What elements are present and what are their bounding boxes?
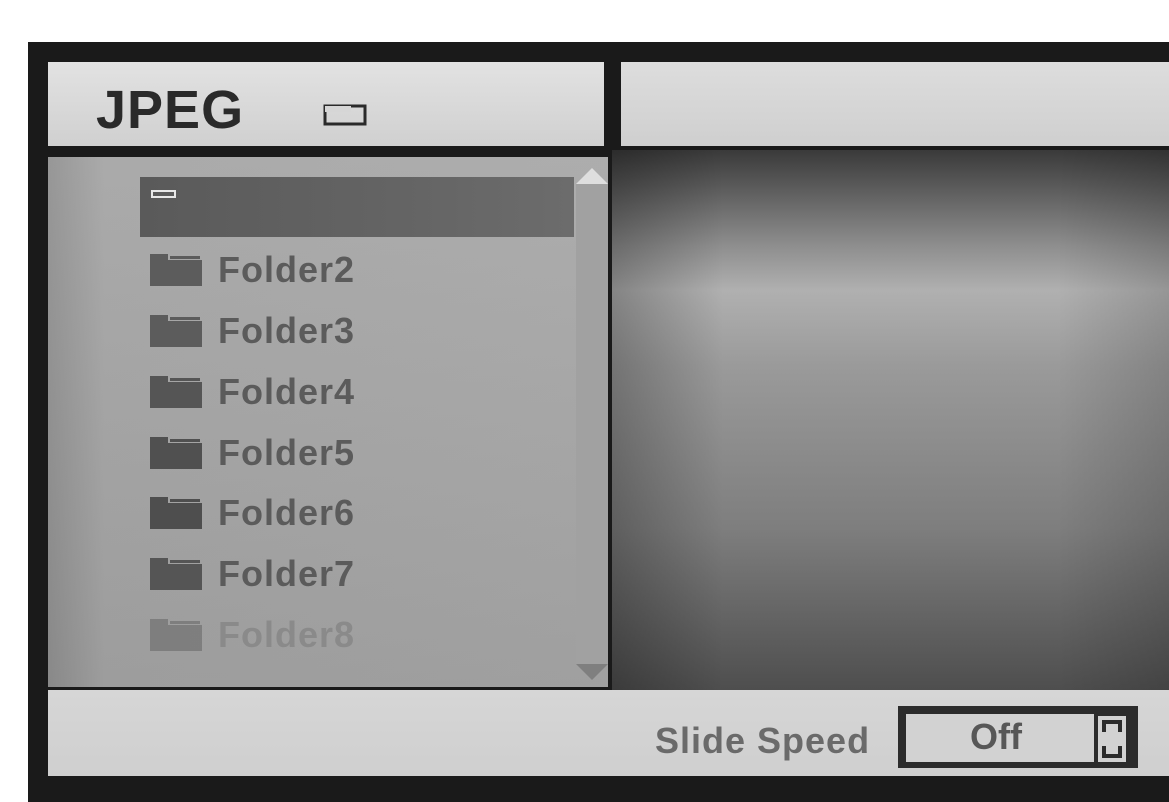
folder-icon [150,254,202,286]
disc-tray-icon [323,104,367,126]
list-item[interactable]: Folder7 [150,554,355,594]
folder-icon [150,558,202,590]
list-item[interactable]: Folder4 [150,372,355,412]
slide-speed-label: Slide Speed [655,720,871,761]
scroll-up-arrow-icon[interactable] [576,168,608,184]
scroll-down-arrow-icon[interactable] [576,664,608,680]
preview-header-bar [621,62,1169,146]
list-item[interactable]: Folder6 [150,493,355,533]
parent-folder-icon [151,190,176,198]
page-title: JPEG [96,80,245,140]
folder-label: Folder7 [218,553,356,594]
folder-icon [150,437,202,469]
folder-label: Folder6 [218,492,356,533]
slide-speed-value: Off [970,716,1022,757]
folder-icon [150,376,202,408]
image-preview-vignette [612,150,1169,690]
list-item-selected[interactable] [140,177,574,237]
up-down-stepper-icon[interactable] [1098,716,1126,762]
folder-label: Folder5 [218,432,356,473]
folder-icon [150,497,202,529]
list-item[interactable]: Folder2 [150,250,355,290]
list-item[interactable]: Folder8 [150,615,355,655]
list-item[interactable]: Folder3 [150,311,355,351]
folder-label: Folder3 [218,310,356,351]
folder-icon [150,619,202,651]
scrollbar-track[interactable] [576,184,608,664]
folder-label: Folder8 [218,614,356,655]
folder-label: Folder2 [218,249,356,290]
folder-label: Folder4 [218,371,356,412]
folder-icon [150,315,202,347]
list-item[interactable]: Folder5 [150,433,355,473]
